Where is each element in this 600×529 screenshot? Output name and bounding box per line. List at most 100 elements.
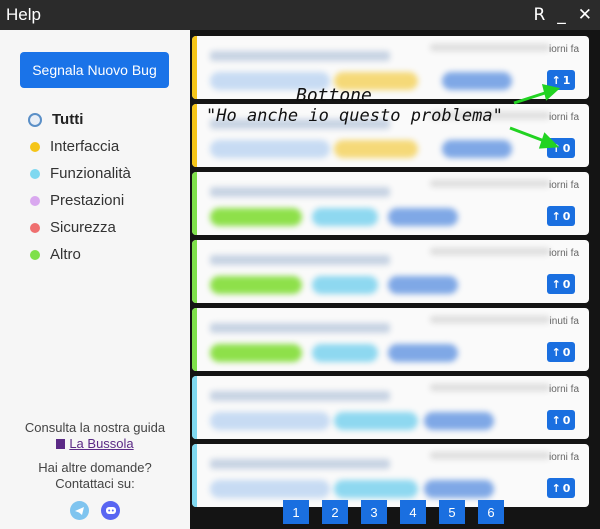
blurred-tag [334, 480, 418, 498]
category-label: Funzionalità [50, 165, 131, 182]
blurred-tag [442, 72, 512, 90]
blurred-tag [424, 480, 494, 498]
sidebar: Segnala Nuovo Bug Tutti Interfaccia Funz… [0, 30, 190, 529]
blurred-tag [388, 208, 458, 226]
blurred-title [210, 187, 390, 197]
book-icon [56, 439, 66, 449]
upvote-button[interactable]: ↑ 0 [547, 206, 575, 226]
blurred-issue-content [192, 172, 552, 235]
blurred-meta [430, 112, 550, 119]
blurred-tag [210, 276, 302, 294]
issue-time: iorni fa [548, 452, 579, 463]
title-bar: Help R _ ✕ [0, 0, 600, 30]
page-button-1[interactable]: 1 [283, 500, 309, 524]
blurred-meta [430, 384, 550, 391]
blurred-tag [210, 480, 330, 498]
issue-card[interactable]: iorni fa ↑ 1 [192, 36, 589, 99]
minimize-button[interactable]: _ [557, 5, 566, 25]
blurred-title [210, 119, 390, 129]
category-item-funzionalita[interactable]: Funzionalità [30, 160, 131, 187]
issue-time: inuti fa [549, 316, 579, 327]
blurred-title [210, 51, 390, 61]
category-label: Altro [50, 246, 81, 263]
blurred-title [210, 323, 390, 333]
vote-count: 0 [562, 277, 571, 291]
upvote-button[interactable]: ↑ 0 [547, 410, 575, 430]
arrow-up-icon: ↑ [551, 345, 561, 359]
blurred-tag [210, 412, 330, 430]
blurred-title [210, 255, 390, 265]
blurred-tag [210, 208, 302, 226]
page-button-3[interactable]: 3 [361, 500, 387, 524]
issue-card[interactable]: iorni fa ↑ 0 [192, 104, 589, 167]
upvote-button[interactable]: ↑ 0 [547, 274, 575, 294]
blurred-issue-content [192, 308, 552, 371]
blurred-tag [442, 140, 512, 158]
blurred-tag [210, 344, 302, 362]
blurred-title [210, 391, 390, 401]
arrow-up-icon: ↑ [551, 277, 561, 291]
issue-time: iorni fa [548, 112, 579, 123]
arrow-up-icon: ↑ [551, 209, 561, 223]
blurred-tag [388, 344, 458, 362]
upvote-button[interactable]: ↑ 0 [547, 478, 575, 498]
page-button-2[interactable]: 2 [322, 500, 348, 524]
blurred-issue-content [192, 444, 552, 507]
upvote-button[interactable]: ↑ 0 [547, 138, 575, 158]
window-title: Help [6, 5, 41, 24]
blurred-tag [312, 276, 378, 294]
blurred-tag [334, 412, 418, 430]
telegram-icon[interactable] [70, 501, 89, 520]
category-item-tutti[interactable]: Tutti [28, 106, 131, 133]
radio-selected-icon [28, 112, 42, 127]
window-controls: R _ ✕ [533, 5, 592, 25]
blurred-issue-content [192, 36, 552, 99]
issue-time: iorni fa [548, 180, 579, 191]
vote-count: 0 [562, 345, 571, 359]
issue-card[interactable]: inuti fa ↑ 0 [192, 308, 589, 371]
category-item-altro[interactable]: Altro [30, 241, 131, 268]
arrow-up-icon: ↑ [551, 141, 561, 155]
contact-prompt: Contattaci su: [55, 476, 135, 491]
page-button-4[interactable]: 4 [400, 500, 426, 524]
category-dot-icon [30, 168, 40, 179]
upvote-button[interactable]: ↑ 1 [547, 70, 575, 90]
category-dot-icon [30, 195, 40, 206]
issue-card[interactable]: iorni fa ↑ 0 [192, 172, 589, 235]
blurred-tag [388, 276, 458, 294]
issue-card[interactable]: iorni fa ↑ 0 [192, 240, 589, 303]
issue-card[interactable]: iorni fa ↑ 0 [192, 444, 589, 507]
blurred-tag [334, 140, 418, 158]
blurred-meta [430, 180, 550, 187]
close-button[interactable]: ✕ [578, 5, 592, 25]
vote-count: 0 [562, 209, 571, 223]
guide-text: Consulta la nostra guida [24, 420, 166, 435]
arrow-up-icon: ↑ [551, 413, 561, 427]
vote-count: 0 [562, 413, 571, 427]
restore-button[interactable]: R [533, 5, 545, 25]
page-button-6[interactable]: 6 [478, 500, 504, 524]
upvote-button[interactable]: ↑ 0 [547, 342, 575, 362]
page-button-5[interactable]: 5 [439, 500, 465, 524]
category-item-prestazioni[interactable]: Prestazioni [30, 187, 131, 214]
arrow-up-icon: ↑ [551, 481, 561, 495]
issue-card[interactable]: iorni fa ↑ 0 [192, 376, 589, 439]
category-label: Sicurezza [50, 219, 116, 236]
blurred-tag [210, 72, 330, 90]
discord-icon[interactable] [101, 501, 120, 520]
blurred-issue-content [192, 376, 552, 439]
vote-count: 0 [562, 481, 571, 495]
social-links [70, 501, 120, 520]
blurred-issue-content [192, 104, 552, 167]
issue-list-panel: iorni fa ↑ 1 iorni fa ↑ 0 iorni fa ↑ 0 iorni fa ↑ 0… [190, 30, 600, 529]
issue-list: iorni fa ↑ 1 iorni fa ↑ 0 iorni fa ↑ 0 iorni fa ↑ 0… [190, 30, 590, 507]
blurred-tag [334, 72, 418, 90]
pagination: 1 2 3 4 5 6 [283, 500, 504, 524]
category-item-interfaccia[interactable]: Interfaccia [30, 133, 131, 160]
guide-link[interactable]: La Bussola [56, 436, 134, 451]
blurred-title [210, 459, 390, 469]
report-new-bug-button[interactable]: Segnala Nuovo Bug [20, 52, 169, 88]
issue-time: iorni fa [548, 44, 579, 55]
category-item-sicurezza[interactable]: Sicurezza [30, 214, 131, 241]
category-filter-list: Tutti Interfaccia Funzionalità Prestazio… [28, 106, 131, 268]
